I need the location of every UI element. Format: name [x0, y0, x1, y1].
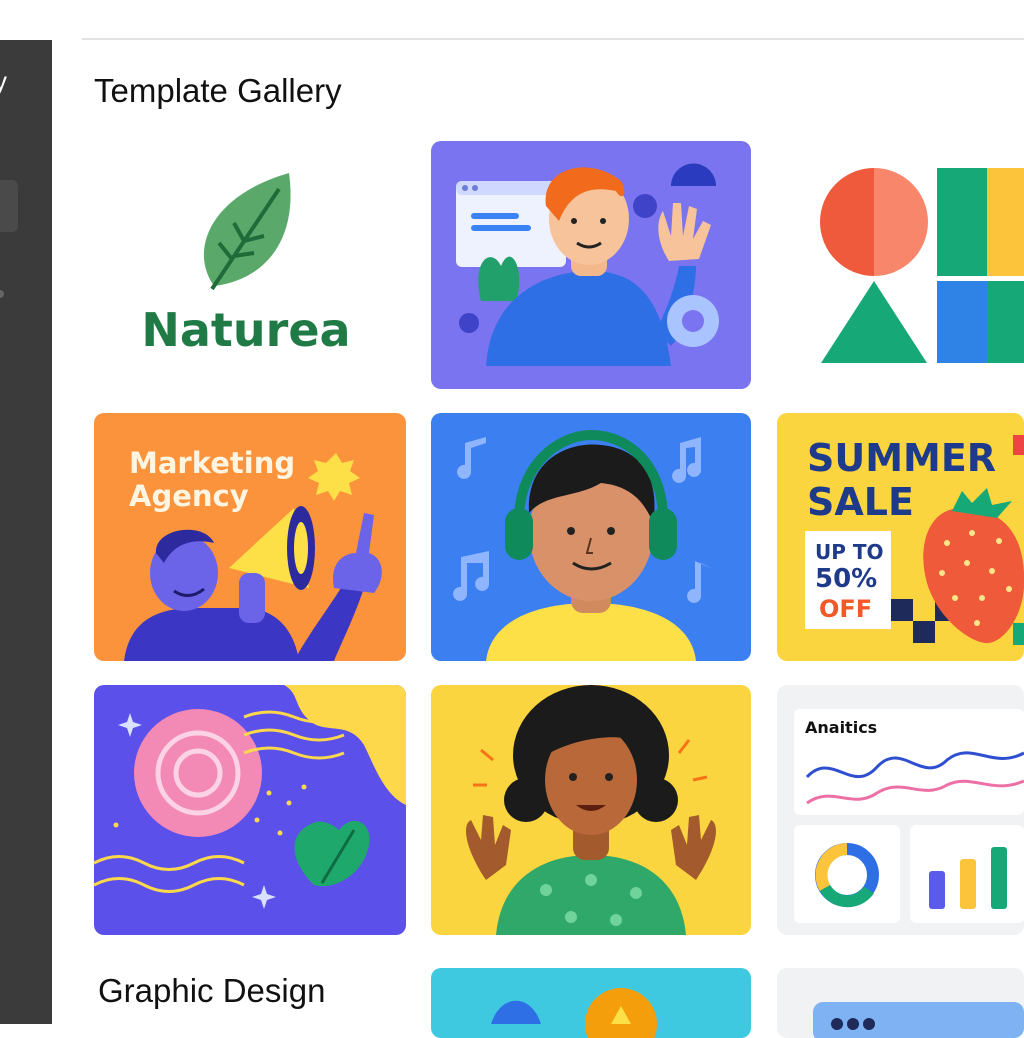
bar-chart-bar	[929, 871, 945, 909]
bar-chart-bar	[991, 847, 1007, 909]
offer-line3: OFF	[819, 595, 872, 623]
template-card-marketing-agency[interactable]: Marketing Agency	[94, 413, 406, 661]
template-card-summer-sale[interactable]: SUMMER SALE UP TO 50% OFF	[777, 413, 1024, 661]
marketing-title-line2: Agency	[129, 479, 249, 513]
partial-gray-thumbnail	[813, 1002, 1024, 1038]
geometric-shapes-thumbnail	[820, 168, 1024, 363]
naturea-brand: Naturea	[141, 303, 350, 357]
template-card-naturea[interactable]: Naturea	[94, 141, 406, 389]
template-card-partial-cyan[interactable]	[431, 968, 751, 1038]
template-card-headphones[interactable]	[431, 413, 751, 661]
naturea-thumbnail: Naturea	[141, 173, 351, 357]
summer-sale-thumbnail: SUMMER SALE UP TO 50% OFF	[805, 435, 1024, 645]
sidebar-label: y	[0, 66, 7, 96]
excited-woman-illustration	[466, 685, 716, 935]
offer-line2: 50%	[815, 564, 877, 594]
template-card-analytics[interactable]: Anaitics	[777, 685, 1024, 935]
headphones-person-illustration	[453, 429, 713, 661]
offer-line1: UP TO	[815, 540, 884, 564]
analytics-label: Anaitics	[805, 718, 877, 737]
summer-sale-line2: SALE	[807, 480, 914, 524]
abstract-pattern-thumbnail	[94, 685, 406, 909]
waving-person-illustration	[456, 163, 719, 366]
partial-cyan-thumbnail	[491, 988, 657, 1038]
template-card-shapes[interactable]	[777, 141, 1024, 389]
folder-icon[interactable]	[0, 180, 18, 232]
burst-icon	[308, 453, 360, 501]
top-divider	[82, 38, 1024, 40]
bar-chart-bar	[960, 859, 976, 909]
analytics-dashboard-thumbnail: Anaitics	[794, 709, 1024, 923]
template-card-waving-person[interactable]	[431, 141, 751, 389]
template-card-abstract[interactable]	[94, 685, 406, 935]
marketing-title-line1: Marketing	[129, 446, 295, 480]
summer-sale-line1: SUMMER	[807, 436, 996, 480]
marketing-agency-illustration: Marketing Agency	[124, 446, 382, 661]
page-title: Template Gallery	[94, 72, 342, 109]
sparkle-icon	[118, 713, 142, 737]
section-title: Graphic Design	[98, 972, 326, 1009]
template-card-partial-gray[interactable]	[777, 968, 1024, 1038]
template-card-excited-woman[interactable]	[431, 685, 751, 935]
sidebar: y	[0, 40, 52, 1024]
strawberry-icon	[923, 508, 1024, 644]
small-icon[interactable]	[0, 290, 4, 298]
